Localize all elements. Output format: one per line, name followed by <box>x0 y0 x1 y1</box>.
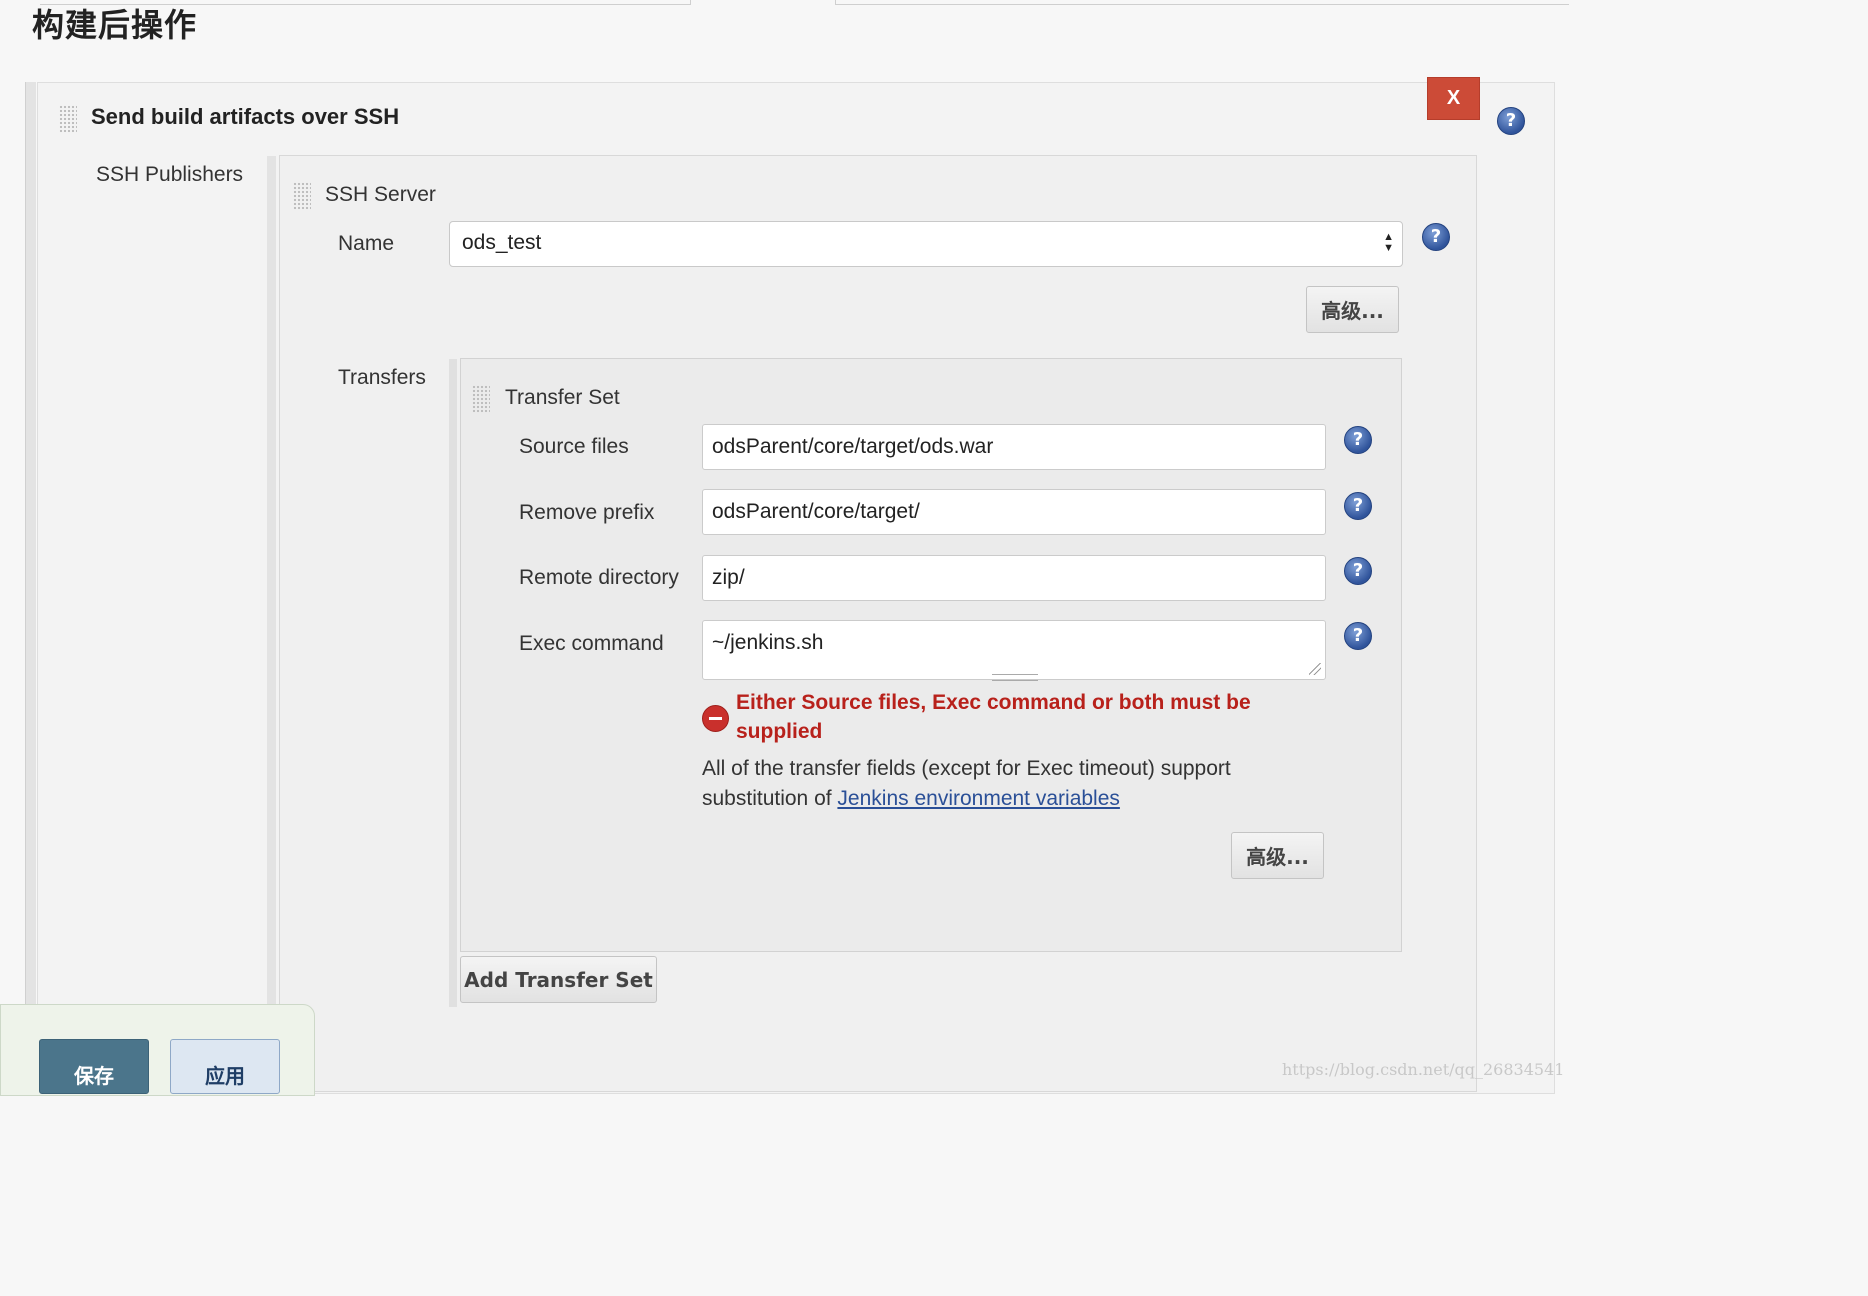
publisher-title: Send build artifacts over SSH <box>91 104 400 129</box>
remote-directory-input[interactable]: zip/ <box>702 555 1326 601</box>
source-files-label: Source files <box>519 435 629 458</box>
server-name-select[interactable]: ods_test ▲ ▼ <box>449 221 1403 267</box>
help-icon[interactable]: ? <box>1344 426 1372 454</box>
save-button[interactable]: 保存 <box>39 1039 149 1094</box>
error-icon <box>702 705 729 732</box>
textarea-resize-handle[interactable] <box>992 674 1038 681</box>
exec-command-label: Exec command <box>519 632 664 655</box>
help-icon[interactable]: ? <box>1344 557 1372 585</box>
help-icon[interactable]: ? <box>1497 107 1525 135</box>
name-label: Name <box>338 232 395 255</box>
apply-button[interactable]: 应用 <box>170 1039 280 1094</box>
add-transfer-set-button[interactable]: Add Transfer Set <box>460 956 657 1003</box>
resize-corner-icon[interactable] <box>1309 663 1321 675</box>
tab-edge-right <box>835 0 1569 5</box>
drag-handle-icon[interactable] <box>293 182 311 210</box>
ssh-publishers-label: SSH Publishers <box>96 163 244 186</box>
select-arrows-icon: ▲ ▼ <box>1383 231 1394 254</box>
help-icon[interactable]: ? <box>1422 223 1450 251</box>
ssh-server-label: SSH Server <box>325 183 436 206</box>
exec-command-textarea[interactable]: ~/jenkins.sh <box>702 620 1326 680</box>
validation-error-message: Either Source files, Exec command or bot… <box>736 691 1251 743</box>
transfer-set-title: Transfer Set <box>505 386 620 409</box>
help-icon[interactable]: ? <box>1344 492 1372 520</box>
outer-drag-bar <box>25 82 36 1088</box>
info-text: All of the transfer fields (except for E… <box>702 754 1282 814</box>
transfer-drag-bar <box>449 359 457 1007</box>
source-files-input[interactable]: odsParent/core/target/ods.war <box>702 424 1326 470</box>
transfer-advanced-button[interactable]: 高级... <box>1231 832 1324 879</box>
watermark: https://blog.csdn.net/qq_26834541 <box>1282 1060 1565 1079</box>
remove-prefix-input[interactable]: odsParent/core/target/ <box>702 489 1326 535</box>
server-name-value: ods_test <box>462 231 542 254</box>
transfers-label: Transfers <box>338 366 426 389</box>
remove-prefix-label: Remove prefix <box>519 501 655 524</box>
section-title: 构建后操作 <box>32 6 198 44</box>
server-advanced-button[interactable]: 高级... <box>1306 286 1399 333</box>
drag-handle-icon[interactable] <box>59 105 77 133</box>
remote-directory-label: Remote directory <box>519 566 679 589</box>
help-icon[interactable]: ? <box>1344 622 1372 650</box>
exec-command-value: ~/jenkins.sh <box>712 631 824 654</box>
delete-publisher-button[interactable]: X <box>1427 77 1480 120</box>
inner-drag-bar <box>267 156 276 1006</box>
env-variables-link[interactable]: Jenkins environment variables <box>837 787 1119 810</box>
drag-handle-icon[interactable] <box>472 385 490 413</box>
